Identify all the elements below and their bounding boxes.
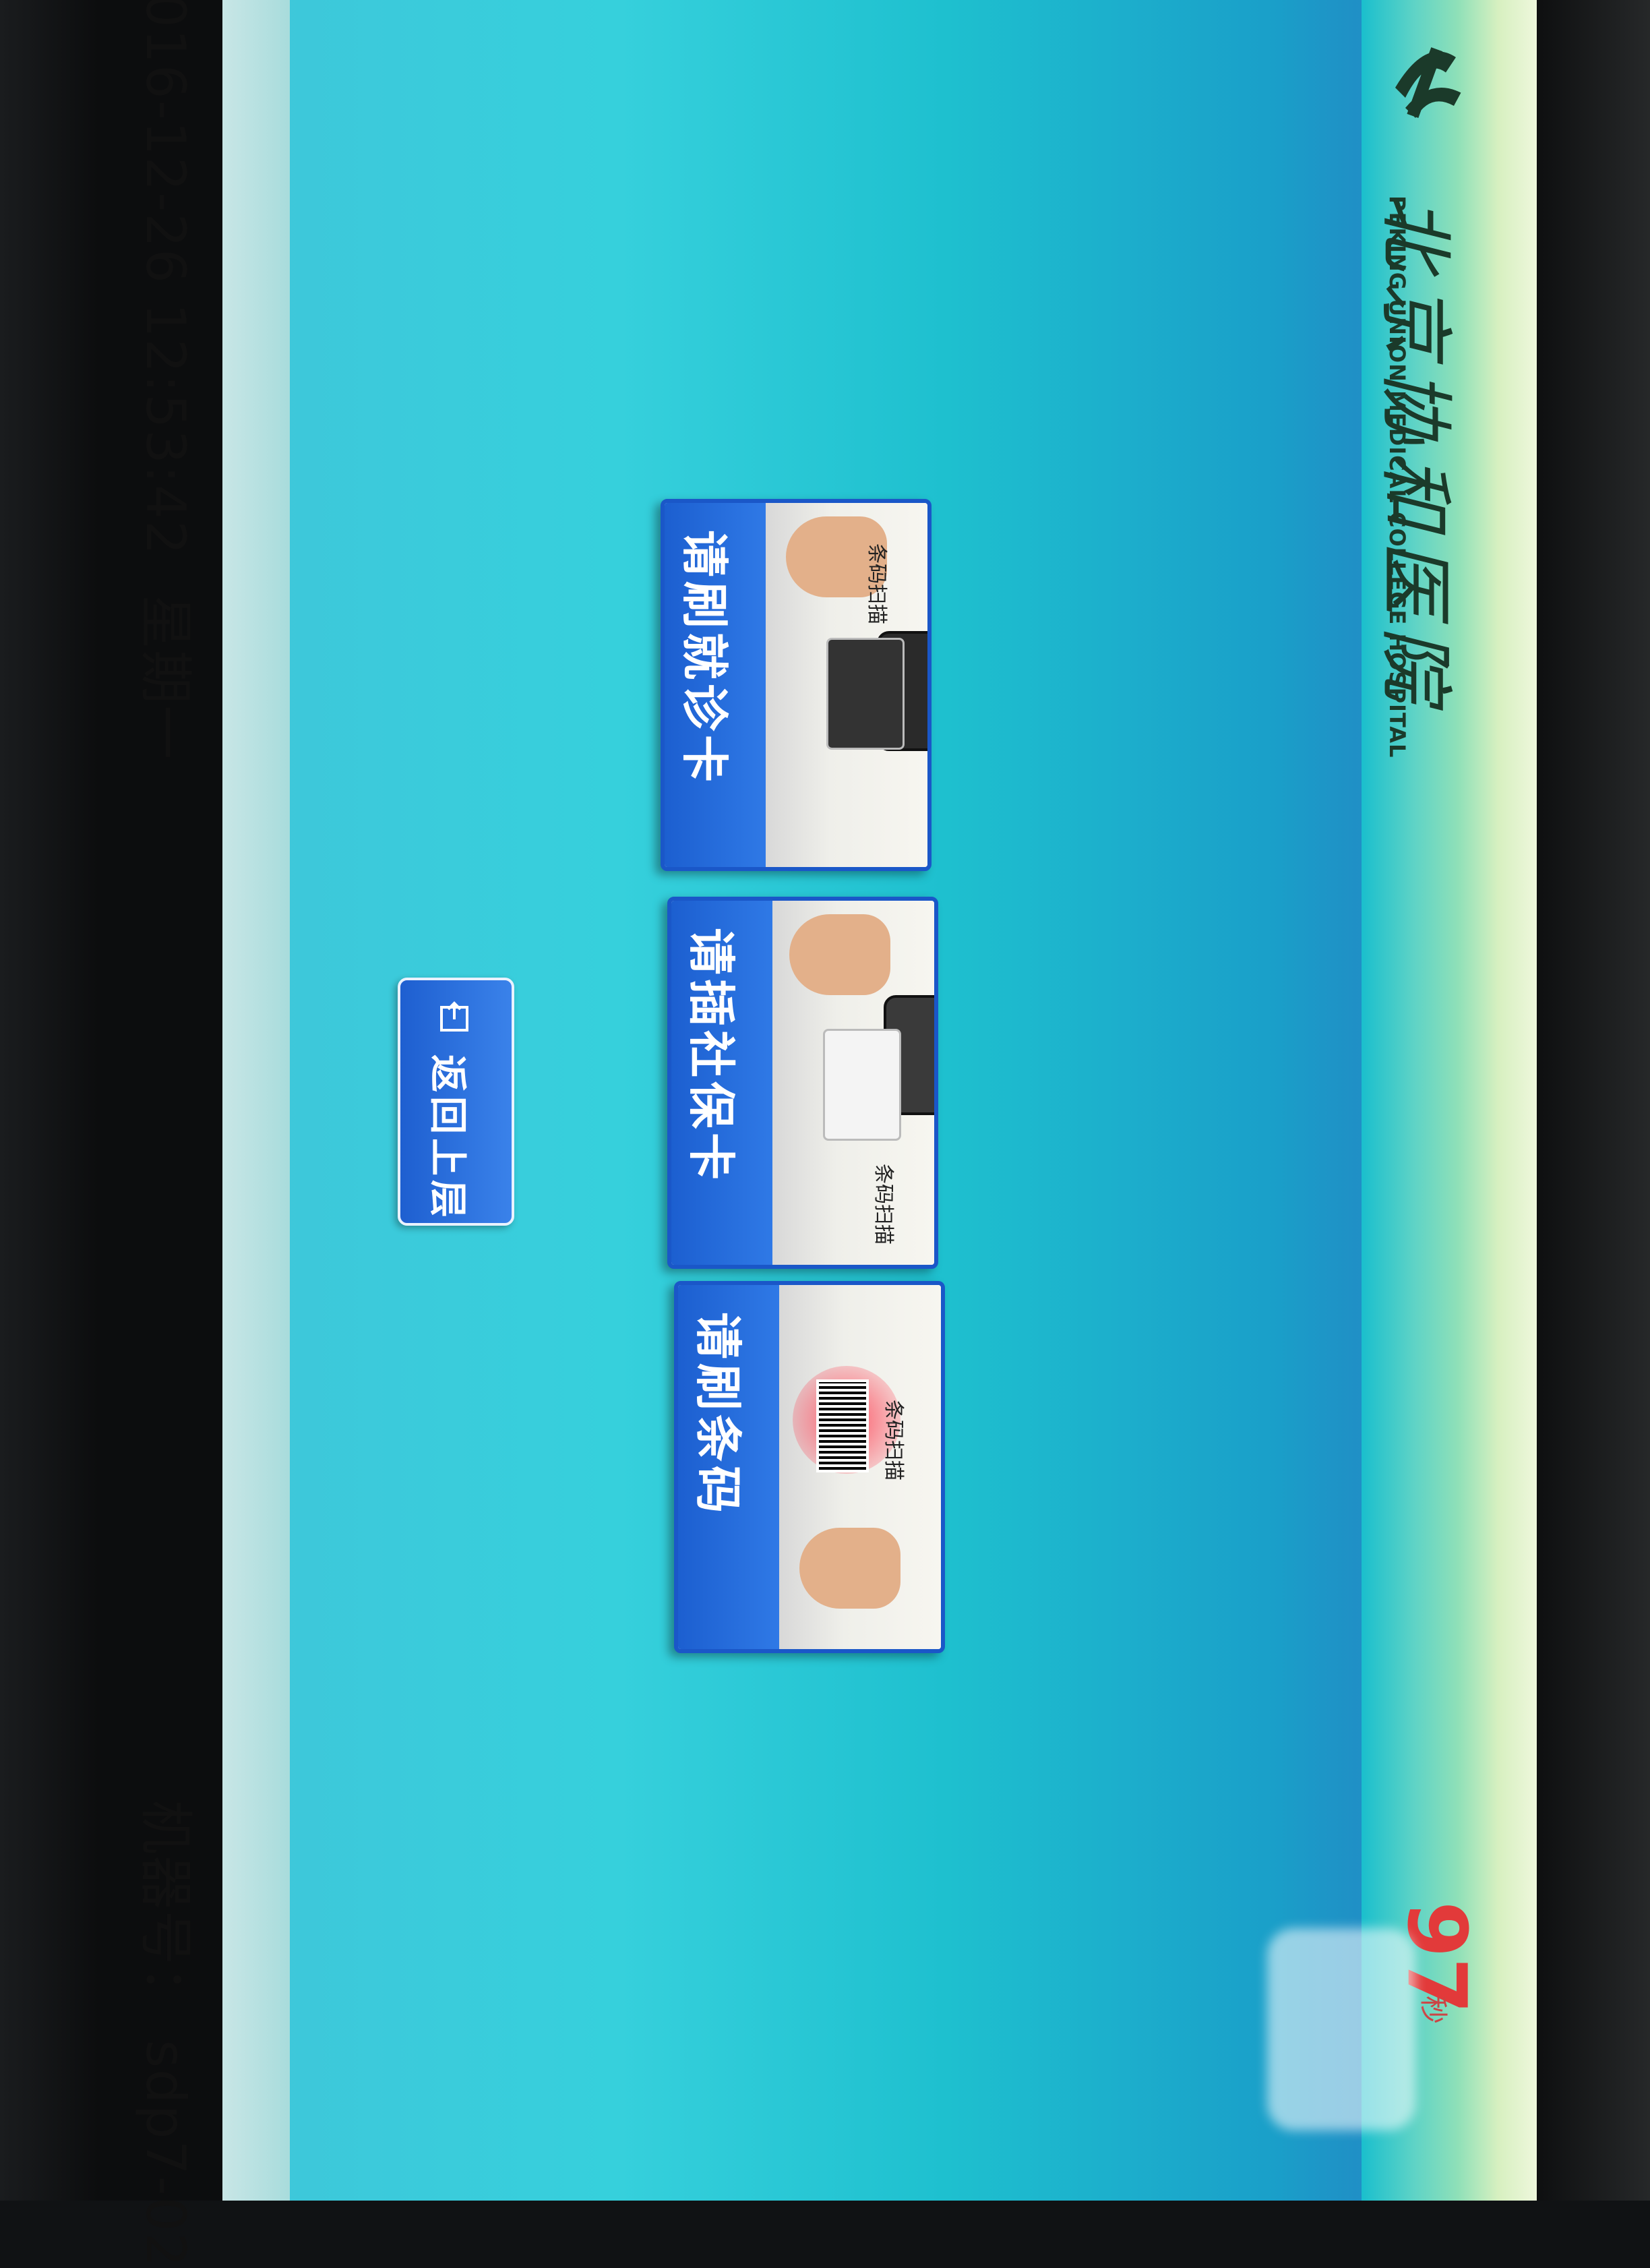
- hospital-name-en: PEKING UNION MEDICAL COLLEGE HOSPITAL: [1384, 196, 1410, 758]
- status-bar: [222, 0, 290, 2201]
- option-label: 请刷就诊卡: [677, 530, 732, 786]
- insert-social-card-option[interactable]: 请插社保卡 条码扫描: [667, 897, 938, 1269]
- swipe-patient-card-option[interactable]: 请刷就诊卡 条码扫描: [661, 499, 931, 871]
- social-card-icon: [823, 1029, 901, 1141]
- machine-id: sdp7-02: [134, 2039, 197, 2268]
- option-label-bar: 请刷条码: [678, 1285, 779, 1649]
- barcode-icon: [816, 1379, 869, 1472]
- return-icon: [440, 1001, 468, 1032]
- instruction-photo: 条码扫描: [766, 503, 927, 867]
- scan-hint: 条码扫描: [882, 1400, 905, 1481]
- option-label: 请插社保卡: [683, 928, 739, 1184]
- option-label-bar: 请插社保卡: [671, 901, 772, 1265]
- datetime-value: 016-12-26 12:53:42: [134, 0, 197, 556]
- screen-glare: [1267, 1928, 1415, 2130]
- option-label-bar: 请刷就诊卡: [665, 503, 766, 867]
- option-label: 请刷条码: [690, 1312, 745, 1517]
- scan-hint: 条码扫描: [865, 543, 888, 624]
- back-button[interactable]: 返回上层: [398, 978, 514, 1226]
- back-button-label: 返回上层: [425, 1054, 469, 1222]
- instruction-photo: 条码扫描: [772, 901, 934, 1265]
- instruction-photo: 条码扫描: [779, 1285, 941, 1649]
- scan-hint: 条码扫描: [872, 1164, 895, 1245]
- weekday-value: 星期一: [134, 595, 197, 761]
- patient-card-icon: [826, 638, 905, 750]
- scan-barcode-option[interactable]: 请刷条码 条码扫描: [674, 1281, 945, 1653]
- hospital-logo-icon: [1395, 47, 1461, 118]
- machine-number: 机器号： sdp7-02: [131, 1800, 209, 2268]
- countdown-unit: 秒: [1417, 1996, 1450, 2025]
- machine-label: 机器号：: [134, 1800, 197, 2021]
- datetime-display: 016-12-26 12:53:42 星期一: [131, 0, 209, 760]
- hand-icon: [799, 1528, 900, 1609]
- hand-icon: [789, 914, 890, 995]
